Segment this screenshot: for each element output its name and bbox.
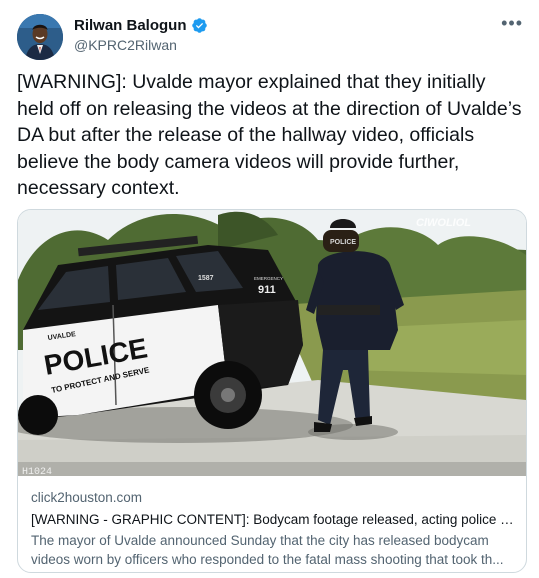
more-options-icon[interactable]: ••• — [501, 14, 523, 32]
card-description: The mayor of Uvalde announced Sunday tha… — [31, 531, 517, 569]
video-timestamp: H1024 — [22, 467, 52, 476]
car-911-text: 911 — [258, 284, 276, 296]
avatar-photo — [17, 14, 63, 60]
verified-badge-icon — [191, 18, 207, 33]
tweet-author: Rilwan Balogun @KPRC2Rilwan — [74, 16, 208, 55]
card-description-line-2: videos worn by officers who responded to… — [31, 552, 504, 567]
author-name[interactable]: Rilwan Balogun — [74, 16, 187, 35]
author-name-row[interactable]: Rilwan Balogun — [74, 16, 208, 35]
video-watermark: ClWOLIOL — [416, 217, 471, 229]
car-number-text: 1587 — [198, 275, 214, 282]
card-description-line-1: The mayor of Uvalde announced Sunday tha… — [31, 533, 489, 548]
car-emergency-line-text: EMERGENCY — [254, 276, 283, 281]
bodycam-video-thumbnail[interactable]: UVALDE POLICE TO PROTECT AND SERVE 1587 … — [18, 210, 526, 476]
card-title: [WARNING - GRAPHIC CONTENT]: Bodycam foo… — [31, 512, 517, 527]
author-avatar[interactable] — [17, 14, 63, 60]
card-domain: click2houston.com — [31, 490, 143, 505]
tweet-text: [WARNING]: Uvalde mayor explained that t… — [17, 71, 527, 199]
author-handle[interactable]: @KPRC2Rilwan — [74, 36, 208, 55]
vest-police-text: POLICE — [330, 239, 356, 246]
link-preview-card[interactable]: UVALDE POLICE TO PROTECT AND SERVE 1587 … — [17, 209, 527, 573]
card-meta: click2houston.com [WARNING - GRAPHIC CON… — [31, 489, 517, 569]
